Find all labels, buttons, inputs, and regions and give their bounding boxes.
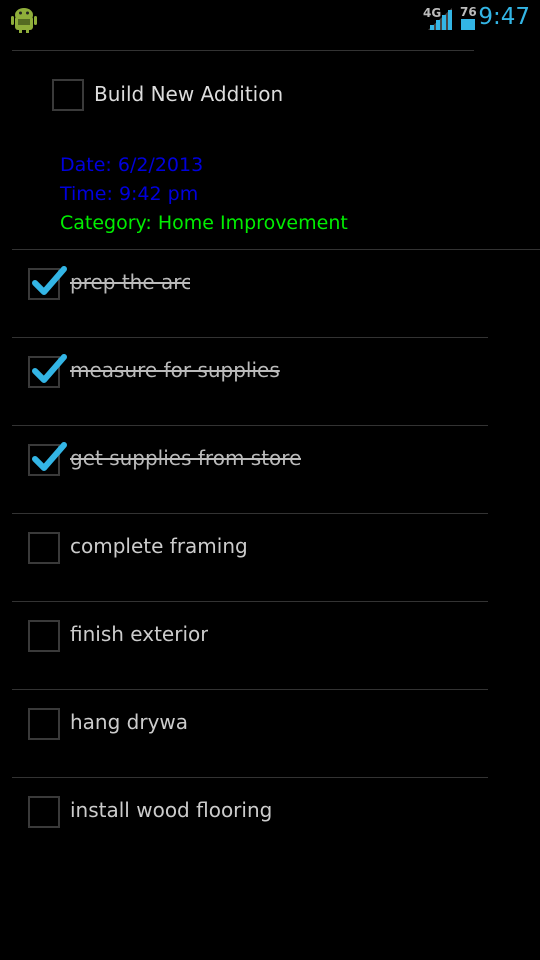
screen: 4G 76 9:47 Build New Addition Date: 6/2/… (0, 0, 540, 960)
battery-percent: 76 (460, 5, 477, 19)
subtask-checkbox[interactable] (28, 708, 60, 740)
task-category: Category: Home Improvement (60, 212, 348, 234)
battery-icon (461, 19, 475, 30)
subtask-label: finish exterior (70, 622, 209, 646)
task-complete-checkbox[interactable] (52, 79, 84, 111)
subtask-checkbox[interactable] (28, 796, 60, 828)
checkmark-icon (32, 266, 67, 295)
status-bar: 4G 76 9:47 (0, 0, 540, 38)
subtask-label: complete framing (70, 534, 248, 558)
android-debug-icon (11, 8, 37, 33)
subtask-row[interactable]: install wood flooring (0, 778, 540, 866)
subtask-checkbox[interactable] (28, 620, 60, 652)
subtask-label: measure for supplies (70, 358, 280, 382)
subtask-label: install wood flooring (70, 798, 273, 822)
divider (12, 50, 474, 51)
checkmark-icon (32, 354, 67, 383)
subtask-row[interactable]: hang drywall (0, 690, 540, 778)
subtask-label: prep the area (70, 270, 190, 294)
subtask-row[interactable]: measure for supplies (0, 338, 540, 426)
subtask-row[interactable]: prep the area (0, 250, 540, 338)
task-time: Time: 9:42 pm (60, 183, 199, 205)
subtask-row[interactable]: get supplies from store (0, 426, 540, 514)
task-title[interactable]: Build New Addition (94, 82, 283, 106)
subtask-checkbox[interactable] (28, 532, 60, 564)
status-clock: 9:47 (478, 4, 530, 30)
signal-icon (428, 8, 452, 30)
subtask-row[interactable]: finish exterior (0, 602, 540, 690)
subtask-row[interactable]: complete framing (0, 514, 540, 602)
subtask-label: hang drywall (70, 710, 188, 734)
task-date: Date: 6/2/2013 (60, 154, 204, 176)
checkmark-icon (32, 442, 67, 471)
subtask-label: get supplies from store (70, 446, 302, 470)
